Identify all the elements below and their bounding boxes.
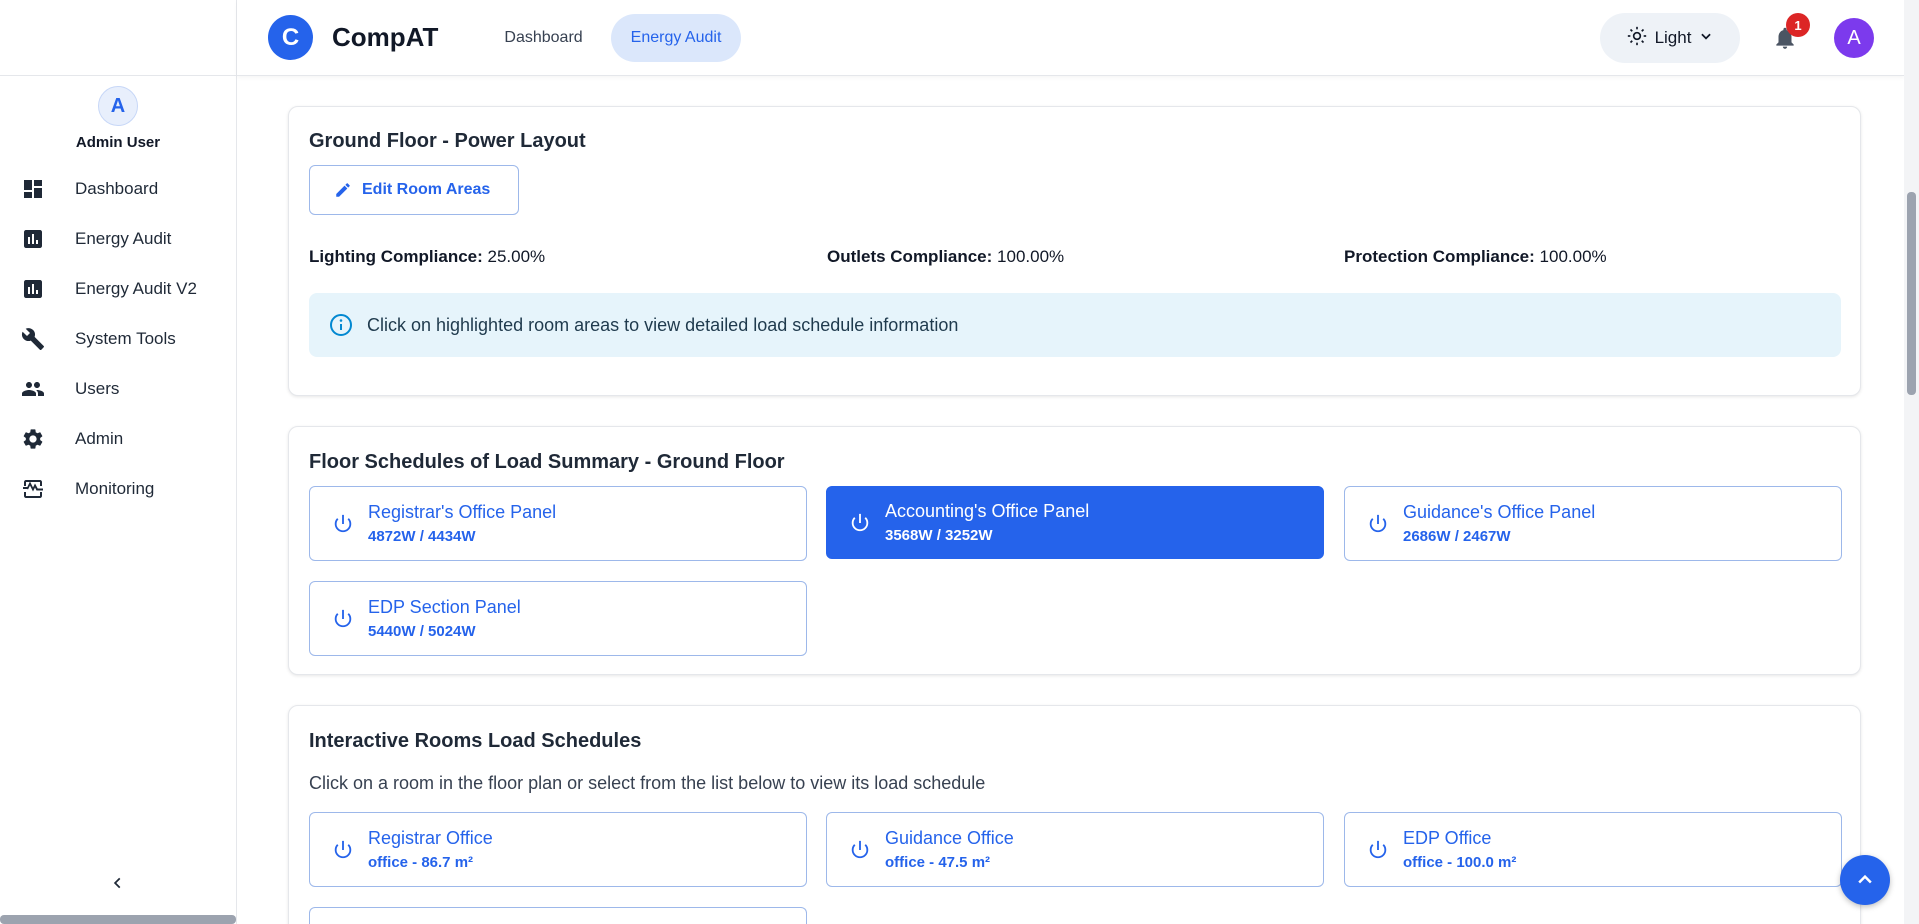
sidebar-item-dashboard[interactable]: Dashboard (0, 164, 236, 214)
sun-icon (1627, 26, 1647, 51)
scrollbar-thumb[interactable] (1907, 192, 1916, 395)
panel-edp-section[interactable]: EDP Section Panel 5440W / 5024W (309, 581, 807, 656)
compliance-label: Outlets Compliance: (827, 247, 993, 266)
sidebar-nav: Dashboard Energy Audit Energy Audit V2 S… (0, 164, 236, 514)
power-icon (1367, 513, 1389, 535)
panel-load: 2686W / 2467W (1403, 528, 1511, 545)
protection-compliance: Protection Compliance: 100.00% (1344, 247, 1607, 267)
app-logo[interactable]: C (268, 15, 313, 60)
header-avatar[interactable]: A (1834, 18, 1874, 58)
dashboard-icon (20, 176, 46, 202)
power-icon (1367, 839, 1389, 861)
room-guidance-office[interactable]: Guidance Office office - 47.5 m² (826, 812, 1324, 887)
room-card-partial[interactable] (309, 907, 807, 924)
power-layout-card: Ground Floor - Power Layout Edit Room Ar… (288, 106, 1861, 396)
chevron-down-icon (1699, 28, 1713, 48)
sidebar-item-label: Dashboard (75, 179, 159, 198)
power-icon (332, 839, 354, 861)
panel-name: Accounting's Office Panel (885, 501, 1090, 521)
panel-guidance[interactable]: Guidance's Office Panel 2686W / 2467W (1344, 486, 1842, 561)
scroll-to-top-button[interactable] (1840, 855, 1890, 905)
room-name: EDP Office (1403, 828, 1492, 848)
users-icon (20, 376, 46, 402)
collapse-sidebar-button[interactable] (105, 870, 131, 896)
user-avatar[interactable]: A (98, 86, 138, 126)
panel-name: Guidance's Office Panel (1403, 502, 1596, 522)
info-icon (330, 314, 352, 336)
rooms-subtitle: Click on a room in the floor plan or sel… (309, 773, 986, 793)
compliance-label: Lighting Compliance: (309, 247, 483, 266)
compliance-value: 100.00% (1539, 247, 1607, 266)
power-icon (849, 839, 871, 861)
panel-name: EDP Section Panel (368, 597, 521, 617)
sidebar-item-label: Energy Audit V2 (75, 279, 197, 298)
rooms-card: Interactive Rooms Load Schedules Click o… (288, 705, 1861, 924)
notification-badge: 1 (1786, 13, 1810, 37)
bar-chart-icon (20, 276, 46, 302)
top-nav: Dashboard Energy Audit (484, 13, 742, 62)
wrench-icon (20, 326, 46, 352)
power-layout-title: Ground Floor - Power Layout (309, 130, 586, 152)
sidebar-user: A Admin User (0, 76, 236, 151)
info-text: Click on highlighted room areas to view … (367, 314, 959, 335)
floor-schedules-title: Floor Schedules of Load Summary - Ground… (309, 451, 785, 473)
edit-room-areas-label: Edit Room Areas (362, 181, 491, 198)
room-registrar-office[interactable]: Registrar Office office - 86.7 m² (309, 812, 807, 887)
sidebar-item-system-tools[interactable]: System Tools (0, 314, 236, 364)
info-alert: Click on highlighted room areas to view … (309, 293, 1841, 357)
floor-schedules-card: Floor Schedules of Load Summary - Ground… (288, 426, 1861, 675)
user-name: Admin User (75, 134, 161, 151)
panel-load: 5440W / 5024W (368, 623, 476, 640)
room-name: Registrar Office (368, 828, 493, 848)
lighting-compliance: Lighting Compliance: 25.00% (309, 247, 545, 267)
compliance-label: Protection Compliance: (1344, 247, 1535, 266)
chevron-up-icon (1858, 874, 1872, 884)
power-icon (849, 512, 871, 534)
compliance-value: 25.00% (487, 247, 546, 266)
monitoring-icon (20, 476, 46, 502)
rooms-title: Interactive Rooms Load Schedules (309, 730, 642, 752)
panel-accounting[interactable]: Accounting's Office Panel 3568W / 3252W (826, 486, 1324, 559)
panel-load: 3568W / 3252W (885, 527, 993, 544)
room-edp-office[interactable]: EDP Office office - 100.0 m² (1344, 812, 1842, 887)
sidebar-item-energy-audit[interactable]: Energy Audit (0, 214, 236, 264)
sidebar-item-label: Users (75, 379, 120, 398)
sidebar-header (0, 0, 236, 76)
tab-energy-audit[interactable]: Energy Audit (610, 13, 742, 62)
panel-load: 4872W / 4434W (368, 528, 476, 545)
room-name: Guidance Office (885, 828, 1014, 848)
sidebar-item-label: Energy Audit (75, 229, 172, 248)
header-actions: Light 1 A (1600, 0, 1904, 76)
chevron-left-icon (113, 877, 121, 889)
sidebar-item-label: Admin (75, 429, 124, 448)
power-icon (332, 608, 354, 630)
room-detail: office - 100.0 m² (1403, 854, 1517, 871)
app-brand[interactable]: CompAT (332, 22, 438, 53)
sidebar-item-label: Monitoring (75, 479, 155, 498)
horizontal-scrollbar[interactable] (0, 915, 236, 924)
tab-dashboard[interactable]: Dashboard (484, 14, 602, 62)
outlets-compliance: Outlets Compliance: 100.00% (827, 247, 1064, 267)
sidebar-item-energy-audit-v2[interactable]: Energy Audit V2 (0, 264, 236, 314)
sidebar-item-label: System Tools (75, 329, 176, 348)
edit-room-areas-button[interactable]: Edit Room Areas (309, 165, 519, 215)
top-header: C CompAT Dashboard Energy Audit Light 1 … (237, 0, 1904, 76)
notifications-button[interactable]: 1 (1770, 13, 1810, 53)
theme-toggle-button[interactable]: Light (1600, 13, 1740, 63)
panel-registrar[interactable]: Registrar's Office Panel 4872W / 4434W (309, 486, 807, 561)
sidebar-item-users[interactable]: Users (0, 364, 236, 414)
room-detail: office - 47.5 m² (885, 854, 991, 871)
sidebar: A Admin User Dashboard Energy Audit Ener… (0, 0, 237, 924)
theme-label: Light (1654, 28, 1692, 47)
room-detail: office - 86.7 m² (368, 854, 474, 871)
power-icon (332, 513, 354, 535)
vertical-scrollbar[interactable] (1904, 0, 1919, 924)
panel-name: Registrar's Office Panel (368, 502, 557, 522)
bar-chart-icon (20, 226, 46, 252)
pencil-icon (336, 183, 350, 197)
sidebar-item-monitoring[interactable]: Monitoring (0, 464, 236, 514)
compliance-value: 100.00% (997, 247, 1065, 266)
gear-icon (20, 426, 46, 452)
sidebar-item-admin[interactable]: Admin (0, 414, 236, 464)
